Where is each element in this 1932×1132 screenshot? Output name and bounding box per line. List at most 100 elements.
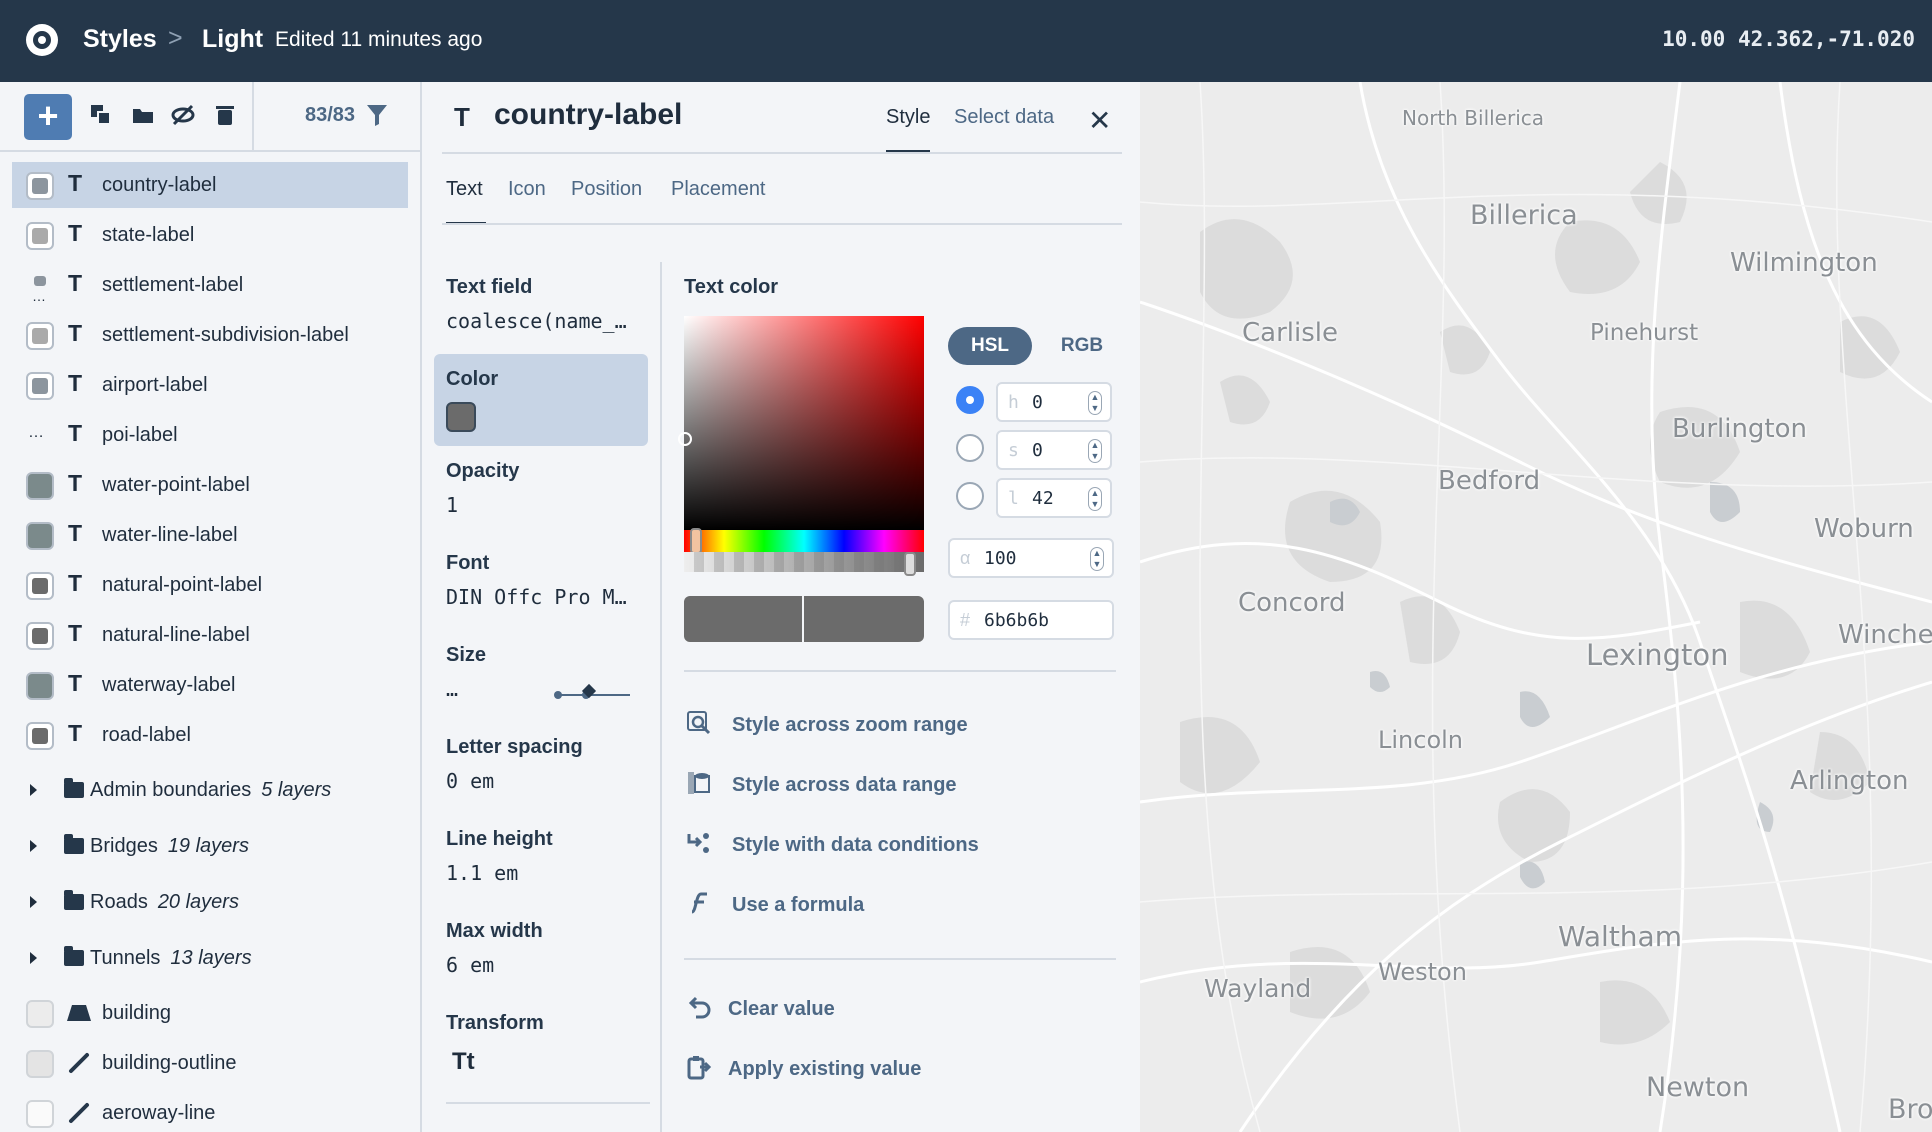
prop-color[interactable]: Color <box>446 368 646 391</box>
expand-caret-icon[interactable] <box>30 840 37 852</box>
layer-name: airport-label <box>102 374 208 396</box>
alpha-input[interactable]: α 100 ▲ ▼ <box>948 538 1114 578</box>
layer-title[interactable]: country-label <box>494 98 682 132</box>
hue-input[interactable]: h 0 ▲ ▼ <box>996 382 1112 422</box>
duplicate-layer-icon[interactable] <box>88 102 114 128</box>
prop-line-height[interactable]: Line height 1.1 em <box>446 828 646 885</box>
layer-name: water-point-label <box>102 474 250 496</box>
group-layer-count: 19 layers <box>167 835 249 857</box>
layer-item-water-line-label[interactable]: T water-line-label <box>12 512 408 558</box>
layers-panel: + 83/83 T country-label T state-label … … <box>0 82 422 1132</box>
prop-text-field[interactable]: Text field coalesce(name_… <box>446 276 646 333</box>
layer-swatch <box>26 672 54 700</box>
layer-group-bridges[interactable]: Bridges 19 layers <box>20 824 410 870</box>
layer-item-airport-label[interactable]: T airport-label <box>12 362 408 408</box>
layer-item-settlement-subdivision-label[interactable]: T settlement-subdivision-label <box>12 312 408 358</box>
prop-font[interactable]: Font DIN Offc Pro M… <box>446 552 646 609</box>
prop-opacity[interactable]: Opacity 1 <box>446 460 646 517</box>
hex-input[interactable]: # 6b6b6b <box>948 600 1114 640</box>
layer-name: natural-line-label <box>102 624 250 646</box>
prop-value: … <box>446 677 459 701</box>
divider <box>684 958 1116 960</box>
layer-name: aeroway-line <box>102 1102 216 1124</box>
group-folder-icon[interactable] <box>130 102 156 128</box>
hue-slider-handle[interactable] <box>690 528 702 554</box>
lightness-input[interactable]: l 42 ▲ ▼ <box>996 478 1112 518</box>
layer-group-tunnels[interactable]: Tunnels 13 layers <box>20 936 410 982</box>
stepper-icon[interactable]: ▲ ▼ <box>1088 487 1102 511</box>
saturation-input[interactable]: s 0 ▲ ▼ <box>996 430 1112 470</box>
layers-toolbar: + 83/83 <box>0 82 420 152</box>
layer-item-building-outline[interactable]: building-outline <box>12 1040 408 1086</box>
expand-caret-icon[interactable] <box>30 784 37 796</box>
stepper-icon[interactable]: ▲ ▼ <box>1088 439 1102 463</box>
layer-swatch <box>26 572 54 600</box>
layer-group-admin-boundaries[interactable]: Admin boundaries 5 layers <box>20 768 410 814</box>
layer-item-poi-label[interactable]: … T poi-label <box>12 412 408 458</box>
group-name: Tunnels <box>90 947 161 969</box>
breadcrumb-styles[interactable]: Styles <box>83 25 157 54</box>
filter-icon[interactable] <box>366 103 388 127</box>
layer-item-waterway-label[interactable]: T waterway-label <box>12 662 408 708</box>
stepper-icon[interactable]: ▲ ▼ <box>1090 547 1104 571</box>
prop-letter-spacing[interactable]: Letter spacing 0 em <box>446 736 646 793</box>
subtab-text[interactable]: Text <box>446 178 483 201</box>
layer-item-settlement-label[interactable]: … T settlement-label <box>12 262 408 308</box>
alpha-slider[interactable] <box>684 552 924 572</box>
layer-name: building <box>102 1002 171 1024</box>
saturation-radio[interactable] <box>956 434 984 462</box>
stepper-icon[interactable]: ▲ ▼ <box>1088 391 1102 415</box>
alpha-slider-handle[interactable] <box>904 552 916 576</box>
tab-select-data[interactable]: Select data <box>954 106 1054 129</box>
tab-style[interactable]: Style <box>886 106 930 129</box>
map-label: Lexington <box>1586 638 1729 672</box>
group-name: Admin boundaries <box>90 779 252 801</box>
map-position-readout[interactable]: 10.00 42.362,-71.020 <box>1662 27 1915 51</box>
mapbox-logo-icon[interactable] <box>26 24 58 56</box>
saturation-lightness-picker[interactable] <box>684 316 924 530</box>
subtab-placement[interactable]: Placement <box>671 178 766 201</box>
rgb-mode-button[interactable]: RGB <box>1052 327 1112 365</box>
add-layer-button[interactable]: + <box>24 94 72 140</box>
symbol-layer-icon: T <box>68 520 83 546</box>
picker-cursor[interactable] <box>678 432 692 446</box>
layer-item-aeroway-line[interactable]: aeroway-line <box>12 1090 408 1132</box>
lightness-radio[interactable] <box>956 482 984 510</box>
map-label: Lincoln <box>1378 726 1464 754</box>
expand-caret-icon[interactable] <box>30 896 37 908</box>
hsl-mode-button[interactable]: HSL <box>948 327 1032 365</box>
hide-layer-icon[interactable] <box>170 102 196 128</box>
symbol-layer-icon: T <box>68 220 83 246</box>
prop-max-width[interactable]: Max width 6 em <box>446 920 646 977</box>
layer-item-country-label[interactable]: T country-label <box>12 162 408 208</box>
subtab-position[interactable]: Position <box>571 178 642 201</box>
layer-item-road-label[interactable]: T road-label <box>12 712 408 758</box>
layer-item-natural-line-label[interactable]: T natural-line-label <box>12 612 408 658</box>
expand-caret-icon[interactable] <box>30 952 37 964</box>
symbol-layer-icon: T <box>68 570 83 596</box>
group-name: Roads <box>90 891 148 913</box>
hue-slider[interactable] <box>684 530 924 552</box>
color-swatch[interactable] <box>446 402 476 432</box>
prop-value: 0 em <box>446 769 495 793</box>
layer-group-roads[interactable]: Roads 20 layers <box>20 880 410 926</box>
layer-item-natural-point-label[interactable]: T natural-point-label <box>12 562 408 608</box>
style-name[interactable]: Light <box>202 25 263 54</box>
layer-item-building[interactable]: building <box>12 990 408 1036</box>
subtab-icon[interactable]: Icon <box>508 178 546 201</box>
symbol-layer-icon: T <box>68 420 83 446</box>
hue-radio[interactable] <box>956 386 984 414</box>
clipboard-icon <box>687 1056 712 1080</box>
input-value: 0 <box>1032 392 1043 413</box>
prop-transform[interactable]: Transform <box>446 1012 646 1035</box>
prop-value: 6 em <box>446 953 495 977</box>
symbol-layer-icon: T <box>68 720 83 746</box>
delete-layer-icon[interactable] <box>212 102 238 128</box>
layer-item-water-point-label[interactable]: T water-point-label <box>12 462 408 508</box>
color-preview <box>684 596 924 642</box>
layer-swatch <box>26 1050 54 1078</box>
close-icon[interactable]: ✕ <box>1088 104 1111 137</box>
map-canvas[interactable]: North Billerica Billerica Wilmington Car… <box>1140 82 1932 1132</box>
layer-item-state-label[interactable]: T state-label <box>12 212 408 258</box>
prop-size[interactable]: Size … <box>446 644 646 701</box>
